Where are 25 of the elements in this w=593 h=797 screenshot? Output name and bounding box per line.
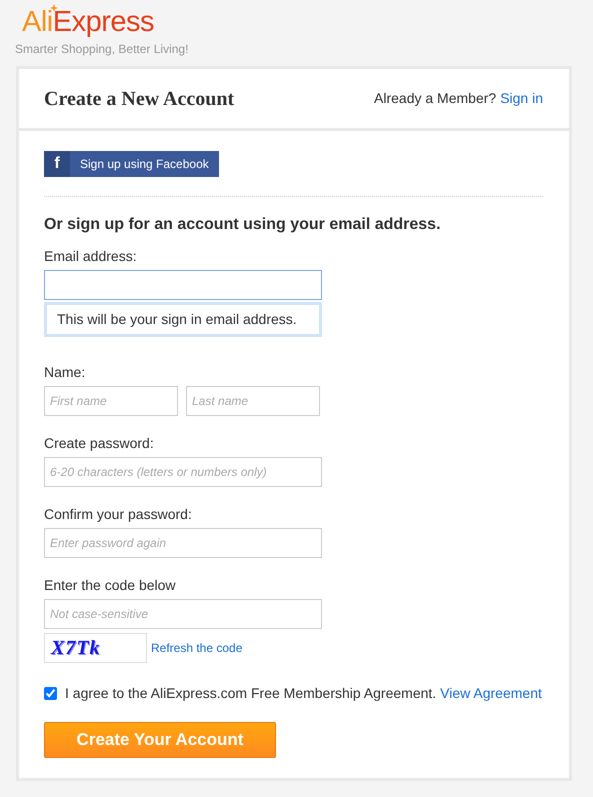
page-title: Create a New Account <box>44 86 234 112</box>
logo[interactable]: AliExpress <box>15 6 154 38</box>
field-label: Name: <box>44 363 86 381</box>
field-label: Email address: <box>44 247 138 265</box>
field-label: Create password: <box>44 434 155 452</box>
field-label: Confirm your password: <box>44 505 193 523</box>
section-heading: Or sign up for an account using your email address. <box>44 215 442 235</box>
member-text: Already a Member? <box>374 89 496 108</box>
refresh-link[interactable]: Refresh the code <box>151 639 242 657</box>
sparkle-icon <box>50 4 58 12</box>
tagline: Smarter Shopping, Better Living! <box>15 42 188 56</box>
input-field[interactable]: Not case-sensitive <box>44 599 322 629</box>
agreement-text: I agree to the AliExpress.com Free Membership Agreement. <box>65 684 436 703</box>
first-name-field[interactable]: First name <box>44 386 178 416</box>
agree-checkbox[interactable] <box>44 687 57 700</box>
input-field[interactable]: 6-20 characters (letters or numbers only) <box>44 457 322 487</box>
view-agreement-link[interactable]: View Agreement <box>440 683 542 704</box>
input-field[interactable]: Enter password again <box>44 528 322 558</box>
captcha-image: X7Tk <box>44 633 147 663</box>
last-name-field[interactable]: Last name <box>186 386 320 416</box>
input-field[interactable] <box>44 270 322 300</box>
facebook-button[interactable]: f Sign up using Facebook <box>44 151 219 177</box>
sign-in-link[interactable]: Sign in <box>500 88 543 109</box>
hint-tooltip: This will be your sign in email address. <box>44 302 322 337</box>
field-label: Enter the code below <box>44 576 177 594</box>
